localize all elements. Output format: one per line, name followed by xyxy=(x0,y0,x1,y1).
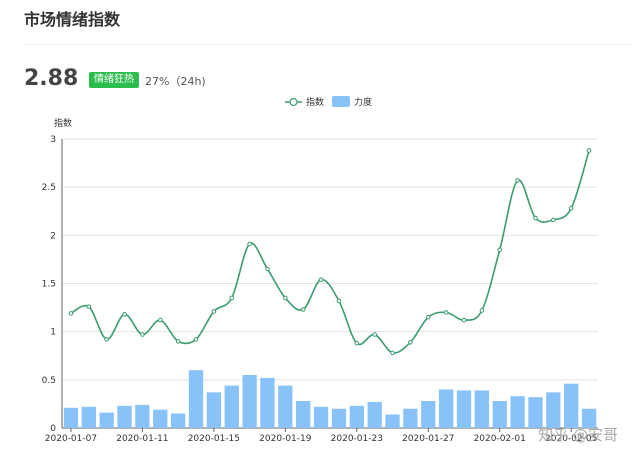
bar-strength[interactable] xyxy=(438,389,454,428)
index-point[interactable] xyxy=(211,309,217,314)
bar-strength[interactable] xyxy=(313,406,329,428)
y-tick-label: 3 xyxy=(50,135,56,145)
bar-strength[interactable] xyxy=(564,383,579,428)
index-point[interactable] xyxy=(140,332,145,337)
bar-strength[interactable] xyxy=(331,408,347,428)
bar-strength[interactable] xyxy=(385,414,400,428)
bar-strength[interactable] xyxy=(349,405,364,428)
index-point[interactable] xyxy=(533,215,538,221)
bar-strength[interactable] xyxy=(474,390,490,428)
index-point[interactable] xyxy=(479,308,485,313)
x-tick-label: 2020-01-27 xyxy=(402,434,454,444)
index-point[interactable] xyxy=(443,310,449,315)
bar-strength[interactable] xyxy=(188,370,204,428)
index-point[interactable] xyxy=(372,332,377,337)
index-point[interactable] xyxy=(497,247,503,253)
y-axis-label: 指数 xyxy=(54,117,72,129)
x-tick-label: 2020-01-11 xyxy=(116,434,168,444)
bar-strength[interactable] xyxy=(206,392,222,428)
bar-strength[interactable] xyxy=(81,406,96,428)
bar-strength[interactable] xyxy=(403,408,418,428)
bar-strength[interactable] xyxy=(296,401,311,428)
bar-strength[interactable] xyxy=(135,404,150,428)
y-tick-label: 0 xyxy=(50,424,56,434)
index-point[interactable] xyxy=(568,206,574,211)
legend-item-index[interactable]: 指数 xyxy=(285,96,324,108)
sentiment-chart: 0 0.5 1 1.5 2 2.5 3 2020-01-07 2020-01-11 2020-01… xyxy=(42,96,618,444)
x-tick-label: 2020-01-07 xyxy=(45,434,97,444)
x-tick-label: 2020-01-15 xyxy=(188,434,240,444)
y-tick-label: 1.5 xyxy=(42,280,56,290)
x-tick-label: 2020-02-01 xyxy=(474,434,526,444)
y-tick-label: 2.5 xyxy=(42,183,56,193)
index-point[interactable] xyxy=(229,295,235,301)
bar-strength[interactable] xyxy=(546,392,561,428)
bar-strength[interactable] xyxy=(153,409,168,428)
index-point[interactable] xyxy=(104,337,109,342)
index-point[interactable] xyxy=(283,295,288,301)
index-point[interactable] xyxy=(157,317,163,323)
index-point[interactable] xyxy=(193,337,199,342)
index-point[interactable] xyxy=(122,312,127,317)
y-tick-label: 0.5 xyxy=(42,376,56,386)
bar-strength[interactable] xyxy=(367,401,382,428)
bar-strength[interactable] xyxy=(278,385,293,428)
index-point[interactable] xyxy=(86,304,92,309)
index-point[interactable] xyxy=(336,298,342,304)
bar-strength[interactable] xyxy=(421,401,436,428)
index-point[interactable] xyxy=(354,340,360,346)
index-point[interactable] xyxy=(586,148,592,153)
index-point[interactable] xyxy=(175,339,181,344)
index-point[interactable] xyxy=(265,266,270,272)
bar-strength[interactable] xyxy=(510,396,525,428)
x-tick-label: 2020-01-19 xyxy=(259,434,312,444)
bar-strength[interactable] xyxy=(260,377,275,428)
index-point[interactable] xyxy=(390,350,395,356)
bar-strength[interactable] xyxy=(456,390,472,428)
index-point[interactable] xyxy=(300,307,306,312)
bar-strength[interactable] xyxy=(170,413,186,428)
y-tick-label: 2 xyxy=(50,231,56,241)
index-point[interactable] xyxy=(318,277,324,282)
watermark: 知乎 @安哥 xyxy=(538,426,618,444)
bar-strength[interactable] xyxy=(528,397,543,428)
bar-strength[interactable] xyxy=(63,407,79,428)
index-point[interactable] xyxy=(425,314,431,320)
index-point[interactable] xyxy=(461,317,467,323)
bar-strength[interactable] xyxy=(242,375,257,428)
legend-item-strength[interactable]: 力度 xyxy=(332,96,372,108)
y-tick-label: 1 xyxy=(50,328,56,338)
index-point[interactable] xyxy=(551,217,556,223)
legend-label-strength: 力度 xyxy=(354,96,372,108)
bar-strength[interactable] xyxy=(117,405,132,428)
index-point[interactable] xyxy=(515,178,520,183)
bar-strength[interactable] xyxy=(99,412,114,428)
index-line xyxy=(70,150,590,354)
index-point[interactable] xyxy=(68,311,74,316)
index-point[interactable] xyxy=(408,339,413,345)
index-point[interactable] xyxy=(247,241,252,247)
bar-strength[interactable] xyxy=(224,385,239,428)
legend-label-index: 指数 xyxy=(306,96,324,108)
x-tick-label: 2020-01-23 xyxy=(331,434,383,444)
bar-strength[interactable] xyxy=(492,401,507,428)
